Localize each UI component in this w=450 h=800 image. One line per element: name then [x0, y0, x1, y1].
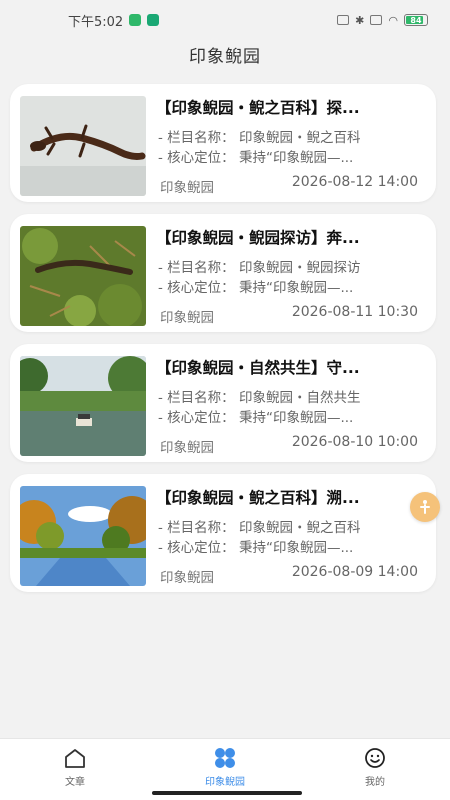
- article-column-name: - 栏目名称： 印象鲵园・自然共生: [158, 390, 361, 406]
- battery-level: 84: [410, 15, 422, 25]
- app-notification-icon: [129, 14, 142, 26]
- page-title: 印象鲵园: [189, 47, 261, 67]
- status-time: 下午5:02: [68, 14, 124, 30]
- article-thumbnail-river-boat: [20, 356, 146, 456]
- article-source: 印象鲵园: [160, 180, 214, 196]
- article-core-position: - 核心定位： 秉持“印象鲵园—...: [158, 150, 354, 166]
- wifi-icon: ◠: [388, 13, 398, 27]
- article-column-name: - 栏目名称： 印象鲵园・鲵之百科: [158, 130, 361, 146]
- grid-icon: [215, 748, 235, 768]
- home-indicator[interactable]: [152, 791, 302, 795]
- article-column-name: - 栏目名称： 印象鲵园・鲵之百科: [158, 520, 361, 536]
- article-thumbnail-moss-salamander: [20, 226, 146, 326]
- article-date: 2026-08-10 10:00: [291, 434, 418, 450]
- article-thumbnail-autumn-river: [20, 486, 146, 586]
- article-card[interactable]: 【印象鲵园・自然共生】守... - 栏目名称： 印象鲵园・自然共生 - 核心定位…: [10, 344, 436, 462]
- status-left: 下午5:02: [68, 11, 160, 30]
- wechat-notification-icon: [147, 14, 160, 26]
- floating-assist-button[interactable]: [410, 492, 440, 522]
- article-title[interactable]: 【印象鲵园・鲵之百科】溯...: [156, 486, 426, 508]
- battery-icon: 84: [404, 14, 428, 26]
- article-source: 印象鲵园: [160, 570, 214, 586]
- article-date: 2026-08-12 14:00: [291, 174, 418, 190]
- smiley-icon: [365, 748, 385, 768]
- article-title[interactable]: 【印象鲵园・自然共生】守...: [156, 356, 426, 378]
- article-card[interactable]: 【印象鲵园・鲵之百科】溯... - 栏目名称： 印象鲵园・鲵之百科 - 核心定位…: [10, 474, 436, 592]
- article-core-position: - 核心定位： 秉持“印象鲵园—...: [158, 280, 354, 296]
- tab-articles[interactable]: 文章: [0, 739, 150, 800]
- article-source: 印象鲵园: [160, 440, 214, 456]
- touch-icon: [420, 500, 430, 514]
- article-card[interactable]: 【印象鲵园・鲵园探访】奔... - 栏目名称： 印象鲵园・鲵园探访 - 核心定位…: [10, 214, 436, 332]
- article-source: 印象鲵园: [160, 310, 214, 326]
- nfc-icon: [337, 15, 350, 25]
- article-card[interactable]: 【印象鲵园・鲵之百科】探... - 栏目名称： 印象鲵园・鲵之百科 - 核心定位…: [10, 84, 436, 202]
- article-date: 2026-08-09 14:00: [291, 564, 418, 580]
- status-bar: 下午5:02 ✱ ◠ 84: [0, 0, 450, 40]
- article-column-name: - 栏目名称： 印象鲵园・鲵园探访: [158, 260, 361, 276]
- article-core-position: - 核心定位： 秉持“印象鲵园—...: [158, 540, 354, 556]
- status-right: ✱ ◠ 84: [337, 14, 428, 27]
- tab-mine[interactable]: 我的: [300, 739, 450, 800]
- home-icon: [65, 749, 85, 768]
- article-date: 2026-08-11 10:30: [291, 304, 418, 320]
- article-title[interactable]: 【印象鲵园・鲵园探访】奔...: [156, 226, 426, 248]
- article-core-position: - 核心定位： 秉持“印象鲵园—...: [158, 410, 354, 426]
- signal-icon: [370, 15, 383, 25]
- tab-mine-label: 我的: [365, 777, 385, 788]
- article-title[interactable]: 【印象鲵园・鲵之百科】探...: [156, 96, 426, 118]
- tab-articles-label: 文章: [65, 777, 85, 788]
- tab-impression-park-label: 印象鲵园: [205, 777, 245, 788]
- article-thumbnail-salamander: [20, 96, 146, 196]
- bluetooth-icon: ✱: [355, 13, 365, 27]
